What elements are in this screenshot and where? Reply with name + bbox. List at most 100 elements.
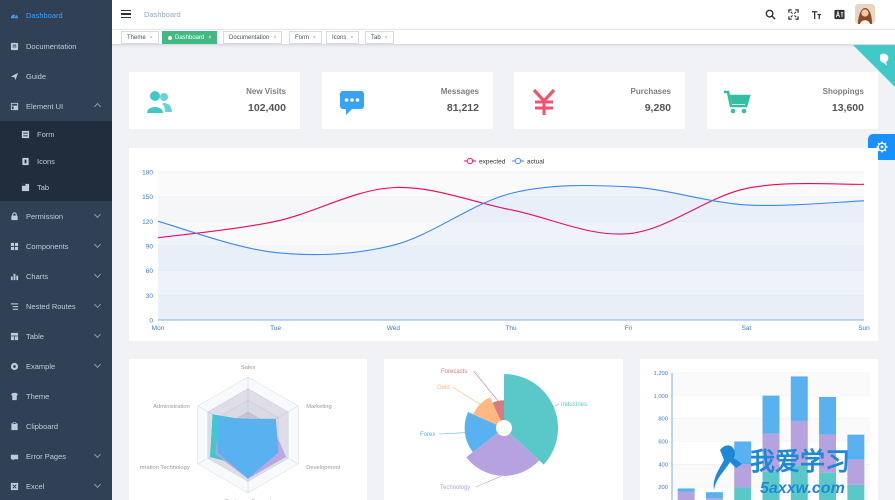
chevron-down-icon bbox=[93, 241, 102, 249]
close-icon[interactable]: × bbox=[150, 35, 153, 41]
sidebar-item-dashboard[interactable]: Dashboard bbox=[0, 0, 112, 31]
pie-slice-label: Technology bbox=[440, 485, 470, 491]
legend-marker-actual bbox=[514, 157, 522, 165]
sidebar-item-excel[interactable]: Excel bbox=[0, 471, 112, 500]
pie-label-line bbox=[473, 370, 499, 402]
y-tick-label: 180 bbox=[142, 170, 153, 177]
shopping-cart-icon bbox=[723, 88, 751, 116]
sidebar-item-label: Clipboard bbox=[26, 421, 59, 431]
sidebar-item-label: Icons bbox=[37, 156, 55, 166]
y-tick-label: 0 bbox=[149, 318, 153, 325]
bar-pageB-mon bbox=[677, 491, 695, 500]
tag-dashboard[interactable]: Dashboard × bbox=[162, 31, 218, 44]
line-chart: 0 30 60 90 120 150 180 Mon Tue Wed Thu Fri Sat Sun exp… bbox=[142, 157, 870, 332]
sidebar-item-theme[interactable]: Theme bbox=[0, 381, 112, 411]
language-icon[interactable] bbox=[833, 8, 845, 20]
close-icon[interactable]: × bbox=[273, 35, 276, 41]
stat-value: 13,600 bbox=[831, 102, 864, 114]
y-tick-label: 200 bbox=[658, 485, 668, 491]
y-tick-label: 1,000 bbox=[653, 394, 668, 400]
tag-icons[interactable]: Icons × bbox=[326, 31, 360, 44]
theme-icon bbox=[10, 392, 19, 401]
sidebar-submenu-element-ui: Form Icons Tab bbox=[0, 121, 112, 202]
sidebar-item-label: Components bbox=[26, 241, 69, 251]
bar-pageC-fri bbox=[790, 376, 808, 421]
guide-icon bbox=[10, 72, 19, 81]
x-tick-label: Sat bbox=[741, 325, 751, 332]
sidebar-item-label: Error Pages bbox=[26, 451, 67, 461]
radar-indicator-label: rmation Technology bbox=[140, 465, 190, 471]
navbar: Dashboard bbox=[112, 0, 895, 29]
sidebar-item-label: Example bbox=[26, 361, 56, 371]
tag-form[interactable]: Form × bbox=[289, 31, 322, 44]
pie-chart: Industries Technology Forex Gold Forecasts bbox=[420, 369, 587, 491]
sidebar-item-documentation[interactable]: Documentation bbox=[0, 31, 112, 61]
form-icon bbox=[21, 130, 30, 139]
pie-slice-label: Gold bbox=[437, 385, 450, 391]
stat-value: 9,280 bbox=[644, 102, 671, 114]
stat-card-new-visits[interactable]: New Visits 102,400 bbox=[129, 72, 300, 129]
sidebar-item-table[interactable]: Table bbox=[0, 321, 112, 351]
tag-label: Tab bbox=[371, 34, 381, 41]
sidebar: Dashboard Documentation Guide Element UI… bbox=[0, 0, 112, 500]
tag-theme[interactable]: Theme × bbox=[121, 31, 159, 44]
sidebar-item-error-pages[interactable]: Error Pages bbox=[0, 441, 112, 471]
tag-tab[interactable]: Tab × bbox=[365, 31, 394, 44]
sidebar-item-label: Element UI bbox=[26, 101, 64, 111]
radar-chart-card: SalesMarketingDevelopmentCustomer Suppor… bbox=[129, 359, 367, 500]
stat-label: Purchases bbox=[630, 87, 671, 96]
example-icon bbox=[10, 362, 19, 371]
sidebar-item-guide[interactable]: Guide bbox=[0, 61, 112, 91]
sidebar-item-nested-routes[interactable]: Nested Routes bbox=[0, 291, 112, 321]
close-icon[interactable]: × bbox=[313, 35, 316, 41]
stat-label: Shoppings bbox=[822, 87, 864, 96]
y-tick-label: 60 bbox=[146, 268, 154, 275]
sidebar-item-components[interactable]: Components bbox=[0, 231, 112, 261]
search-icon[interactable] bbox=[764, 8, 776, 20]
sidebar-item-example[interactable]: Example bbox=[0, 351, 112, 381]
close-icon[interactable]: × bbox=[208, 35, 211, 41]
close-icon[interactable]: × bbox=[385, 35, 388, 41]
sidebar-item-icons[interactable]: Icons bbox=[0, 148, 112, 175]
sidebar-item-label: Table bbox=[26, 331, 44, 341]
tag-label: Theme bbox=[127, 34, 146, 41]
tab-icon bbox=[21, 183, 30, 192]
sidebar-item-label: Permission bbox=[26, 211, 64, 221]
sidebar-item-tab[interactable]: Tab bbox=[0, 174, 112, 201]
chevron-down-icon bbox=[93, 361, 102, 369]
y-tick-label: 600 bbox=[658, 440, 668, 446]
sidebar-item-label: Nested Routes bbox=[26, 301, 76, 311]
avatar[interactable] bbox=[855, 4, 875, 24]
active-dot-icon bbox=[168, 35, 172, 40]
font-size-icon[interactable] bbox=[810, 8, 822, 20]
sidebar-item-label: Dashboard bbox=[26, 11, 63, 20]
sidebar-item-form[interactable]: Form bbox=[0, 121, 112, 148]
legend-marker-expected bbox=[466, 157, 474, 165]
tags-view: Theme × Dashboard × Documentation × Form × I… bbox=[112, 29, 895, 45]
bar-pageC-sat bbox=[819, 396, 837, 435]
hamburger-icon[interactable] bbox=[121, 10, 131, 18]
stat-card-messages[interactable]: Messages 81,212 bbox=[322, 72, 493, 129]
watermark-text-cn: 我爱学习 bbox=[750, 447, 850, 476]
fullscreen-icon[interactable] bbox=[787, 8, 799, 20]
sidebar-item-label: Guide bbox=[26, 71, 47, 81]
x-tick-label: Fri bbox=[625, 325, 633, 332]
pie-slice-label: Forecasts bbox=[441, 369, 467, 375]
x-tick-label: Mon bbox=[152, 325, 165, 332]
sidebar-item-charts[interactable]: Charts bbox=[0, 261, 112, 291]
sidebar-item-clipboard[interactable]: Clipboard bbox=[0, 411, 112, 441]
radar-indicator-label: Development bbox=[306, 465, 341, 471]
bar-pageC-thu bbox=[762, 395, 780, 434]
tag-documentation[interactable]: Documentation × bbox=[223, 31, 283, 44]
breadcrumb[interactable]: Dashboard bbox=[144, 10, 181, 19]
pie-label-line bbox=[475, 475, 503, 488]
stat-card-purchases[interactable]: Purchases 9,280 bbox=[514, 72, 685, 129]
bar-pageC-mon bbox=[677, 488, 695, 492]
chevron-down-icon bbox=[93, 271, 102, 279]
sidebar-item-permission[interactable]: Permission bbox=[0, 201, 112, 231]
sidebar-item-element-ui[interactable]: Element UI bbox=[0, 91, 112, 121]
x-tick-label: Thu bbox=[505, 325, 517, 332]
stat-card-shoppings[interactable]: Shoppings 13,600 bbox=[707, 72, 878, 129]
close-icon[interactable]: × bbox=[350, 35, 353, 41]
chevron-down-icon bbox=[93, 331, 102, 339]
